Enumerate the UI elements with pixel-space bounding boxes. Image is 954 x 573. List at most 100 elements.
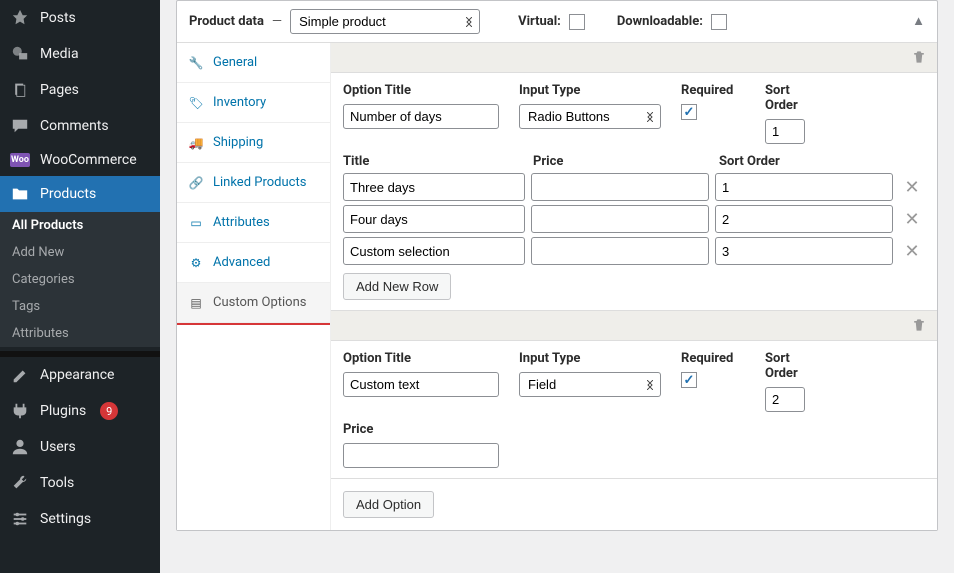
sort-order-input[interactable] [765, 119, 805, 144]
variant-row: ✕ [343, 173, 925, 201]
variant-sort-input[interactable] [715, 237, 893, 265]
variant-title-input[interactable] [343, 237, 525, 265]
downloadable-label: Downloadable: [617, 14, 703, 29]
gear-icon: ⚙ [189, 256, 203, 270]
sub-item-categories[interactable]: Categories [0, 266, 160, 293]
variant-title-input[interactable] [343, 173, 525, 201]
sidebar-item-media[interactable]: Media [0, 36, 160, 72]
tab-label: Shipping [213, 135, 263, 150]
custom-options-content: Option Title Input Type Radio Buttons Re… [331, 43, 937, 530]
sidebar-item-woocommerce[interactable]: Woo WooCommerce [0, 144, 160, 176]
downloadable-checkbox[interactable] [711, 14, 727, 30]
tab-linked-products[interactable]: 🔗 Linked Products [177, 163, 330, 203]
variant-header: Title Price Sort Order [343, 154, 925, 173]
product-type-select[interactable]: Simple product [290, 9, 480, 34]
sidebar-label: Plugins [40, 403, 86, 419]
price-input[interactable] [343, 443, 499, 468]
tag-icon: 🏷 [189, 96, 203, 110]
tab-label: General [213, 55, 257, 70]
tab-general[interactable]: 🔧 General [177, 43, 330, 83]
variant-price-input[interactable] [531, 205, 709, 233]
delete-option-button[interactable] [911, 317, 927, 337]
truck-icon: 🚚 [189, 136, 203, 150]
sub-item-add-new[interactable]: Add New [0, 239, 160, 266]
input-type-select[interactable]: Field [519, 372, 661, 397]
tab-inventory[interactable]: 🏷 Inventory [177, 83, 330, 123]
sidebar-item-users[interactable]: Users [0, 429, 160, 465]
plugins-badge: 9 [100, 402, 118, 420]
variant-sort-input[interactable] [715, 173, 893, 201]
plugin-icon [10, 401, 30, 421]
product-data-tabs: 🔧 General 🏷 Inventory 🚚 Shipping 🔗 Linke… [177, 43, 331, 530]
sidebar-item-settings[interactable]: Settings [0, 501, 160, 537]
option-title-input[interactable] [343, 104, 499, 129]
main-content: Product data — Simple product Virtual: D… [160, 0, 954, 573]
option-block: Option Title Input Type Field Required [331, 311, 937, 479]
sidebar-label: WooCommerce [40, 152, 137, 168]
variant-price-input[interactable] [531, 237, 709, 265]
delete-row-button[interactable]: ✕ [899, 177, 925, 198]
variant-sort-header: Sort Order [719, 154, 897, 169]
input-type-select[interactable]: Radio Buttons [519, 104, 661, 129]
required-checkbox[interactable] [681, 372, 697, 388]
variant-title-header: Title [343, 154, 525, 169]
list-icon: ▤ [189, 296, 203, 310]
required-checkbox[interactable] [681, 104, 697, 120]
sort-order-label: Sort Order [765, 351, 805, 381]
product-data-panel: Product data — Simple product Virtual: D… [176, 0, 938, 531]
sidebar-item-tools[interactable]: Tools [0, 465, 160, 501]
variant-row: ✕ [343, 237, 925, 265]
tab-label: Linked Products [213, 175, 306, 190]
delete-row-button[interactable]: ✕ [899, 241, 925, 262]
sort-order-label: Sort Order [765, 83, 805, 113]
media-icon [10, 44, 30, 64]
option-body: Option Title Input Type Radio Buttons Re… [331, 73, 937, 310]
add-row-button[interactable]: Add New Row [343, 273, 451, 300]
option-header [331, 311, 937, 341]
tab-label: Inventory [213, 95, 266, 110]
variant-sort-input[interactable] [715, 205, 893, 233]
sort-order-input[interactable] [765, 387, 805, 412]
sidebar-item-appearance[interactable]: Appearance [0, 357, 160, 393]
pin-icon [10, 8, 30, 28]
card-icon: ▭ [189, 216, 203, 230]
sub-item-tags[interactable]: Tags [0, 293, 160, 320]
user-icon [10, 437, 30, 457]
sidebar-label: Appearance [40, 367, 114, 383]
sidebar-label: Products [40, 186, 96, 202]
sidebar-label: Media [40, 46, 79, 62]
sidebar-item-plugins[interactable]: Plugins 9 [0, 393, 160, 429]
comment-icon [10, 116, 30, 136]
panel-dash: — [272, 14, 282, 29]
variant-price-input[interactable] [531, 173, 709, 201]
collapse-toggle[interactable]: ▲ [912, 13, 925, 29]
sub-item-all-products[interactable]: All Products [0, 212, 160, 239]
virtual-checkbox[interactable] [569, 14, 585, 30]
woocommerce-icon: Woo [10, 153, 30, 167]
option-title-input[interactable] [343, 372, 499, 397]
delete-option-button[interactable] [911, 49, 927, 69]
required-label: Required [681, 83, 745, 98]
tabs-red-indicator [177, 323, 330, 325]
input-type-label: Input Type [519, 83, 661, 98]
delete-row-button[interactable]: ✕ [899, 209, 925, 230]
tab-label: Attributes [213, 215, 270, 230]
wrench-icon: 🔧 [189, 56, 203, 70]
variant-price-header: Price [533, 154, 711, 169]
tab-custom-options[interactable]: ▤ Custom Options [177, 283, 330, 323]
page-icon [10, 80, 30, 100]
tab-shipping[interactable]: 🚚 Shipping [177, 123, 330, 163]
add-option-button[interactable]: Add Option [343, 491, 434, 518]
tab-advanced[interactable]: ⚙ Advanced [177, 243, 330, 283]
sidebar-item-products[interactable]: Products [0, 176, 160, 212]
sidebar-item-pages[interactable]: Pages [0, 72, 160, 108]
sidebar-item-comments[interactable]: Comments [0, 108, 160, 144]
sidebar-submenu-products: All Products Add New Categories Tags Att… [0, 212, 160, 347]
tab-attributes[interactable]: ▭ Attributes [177, 203, 330, 243]
variant-title-input[interactable] [343, 205, 525, 233]
panel-title: Product data [189, 14, 264, 29]
sub-item-attributes[interactable]: Attributes [0, 320, 160, 347]
tools-icon [10, 473, 30, 493]
sidebar-item-posts[interactable]: Posts [0, 0, 160, 36]
option-block: Option Title Input Type Radio Buttons Re… [331, 43, 937, 311]
